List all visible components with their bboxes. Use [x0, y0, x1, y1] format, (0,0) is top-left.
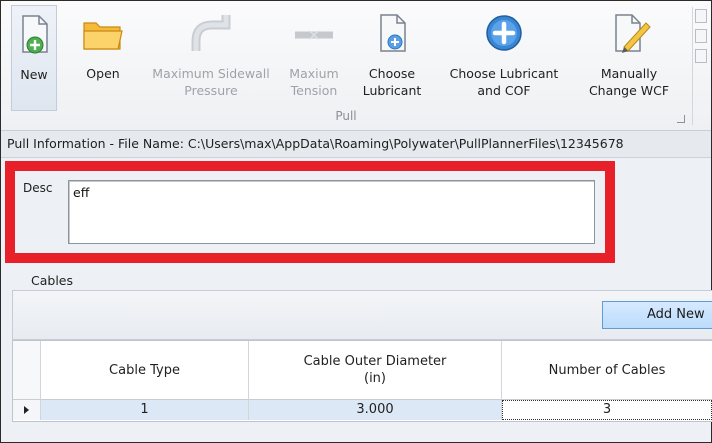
highlight-annotation [5, 161, 615, 263]
new-button-label: New [20, 67, 48, 82]
column-header-outer-diameter[interactable]: Cable Outer Diameter (in) [249, 341, 502, 400]
side-small-button[interactable] [695, 29, 707, 43]
choose-lubricant-button[interactable]: Choose Lubricant [353, 5, 431, 109]
choose-lubricant-cof-button[interactable]: Choose Lubricant and COF [441, 5, 567, 109]
edit-document-icon [615, 14, 651, 53]
table-cell-outer-diameter[interactable]: 3.000 [249, 400, 502, 420]
table-cell-number-of-cables[interactable]: 3 [502, 400, 712, 420]
grid-corner [13, 341, 41, 400]
pull-information-bar: Pull Information - File Name: C:\Users\m… [1, 131, 711, 158]
add-new-button[interactable]: Add New [602, 301, 712, 329]
side-small-button[interactable] [695, 9, 707, 23]
cables-grid: Cable Type Cable Outer Diameter (in) Num… [12, 340, 712, 422]
open-button[interactable]: Open [75, 5, 131, 109]
column-header-label: Cable Type [109, 362, 180, 378]
column-header-label: Number of Cables [548, 362, 666, 378]
choose-lubricant-cof-label: Choose Lubricant and COF [449, 66, 559, 98]
max-sidewall-pressure-label: Maximum Sidewall Pressure [152, 66, 270, 98]
dialog-launcher-icon[interactable] [677, 115, 685, 123]
app-window: New Open Maximum Sidewall Pressure Maxiu… [0, 0, 712, 443]
row-indicator[interactable] [13, 400, 41, 420]
cables-section-label: Cables [31, 273, 73, 288]
current-row-arrow-icon [24, 406, 29, 414]
max-tension-button[interactable]: Maxium Tension [283, 5, 345, 109]
table-cell-cable-type[interactable]: 1 [41, 400, 249, 420]
manually-change-wcf-label: Manually Change WCF [588, 66, 670, 98]
ribbon: New Open Maximum Sidewall Pressure Maxiu… [1, 1, 711, 131]
side-small-button[interactable] [695, 49, 707, 63]
max-sidewall-pressure-button[interactable]: Maximum Sidewall Pressure [143, 5, 279, 109]
manually-change-wcf-button[interactable]: Manually Change WCF [579, 5, 679, 109]
open-button-label: Open [86, 66, 120, 81]
column-header-cable-type[interactable]: Cable Type [41, 341, 249, 400]
choose-lubricant-label: Choose Lubricant [362, 66, 422, 98]
new-document-icon [22, 15, 48, 54]
tension-icon [295, 30, 333, 40]
file-name-text: Pull Information - File Name: C:\Users\m… [7, 136, 624, 151]
folder-icon [83, 22, 123, 50]
ribbon-separator [692, 7, 693, 125]
new-button[interactable]: New [11, 5, 57, 111]
plus-circle-icon [486, 15, 522, 51]
column-header-number-of-cables[interactable]: Number of Cables [502, 341, 712, 400]
ribbon-group-label: Pull [335, 109, 357, 123]
add-document-icon [380, 14, 406, 52]
column-header-label: Cable Outer Diameter (in) [303, 354, 447, 386]
pipe-bend-icon [191, 15, 231, 51]
max-tension-label: Maxium Tension [289, 66, 339, 98]
